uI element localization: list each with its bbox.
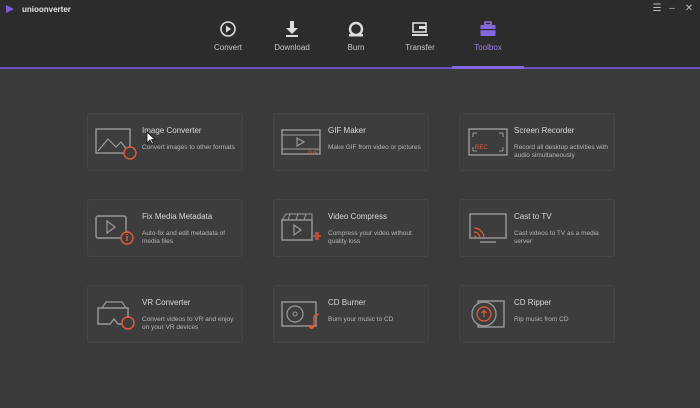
metadata-icon <box>95 215 134 245</box>
tool-vr-converter[interactable]: VR Converter Convert videos to VR and en… <box>87 285 243 343</box>
tool-cast-to-tv[interactable]: Cast to TV Cast videos to TV as a media … <box>459 199 615 257</box>
app-logo-icon <box>6 5 14 13</box>
cd-ripper-icon <box>471 300 505 328</box>
accent-divider <box>0 67 700 69</box>
tool-description: Cast videos to TV as a media server <box>514 230 599 245</box>
tool-title: Cast to TV <box>514 212 552 221</box>
convert-icon <box>220 21 236 37</box>
burn-icon <box>348 21 364 37</box>
app-title: unioonverter <box>22 5 71 14</box>
close-icon[interactable]: ✕ <box>682 3 696 15</box>
tab-convert[interactable]: Convert <box>197 14 259 60</box>
tab-transfer[interactable]: Transfer <box>389 14 451 60</box>
top-bar: unioonverter ☰ – ✕ Convert Download Burn… <box>0 0 700 69</box>
cd-burner-icon <box>281 301 320 329</box>
tool-cd-burner[interactable]: CD Burner Burn your music to CD <box>273 285 429 343</box>
tool-description: Convert videos to VR and enjoy on your V… <box>142 316 234 331</box>
tab-toolbox[interactable]: Toolbox <box>457 14 519 60</box>
tool-video-compress[interactable]: Video Compress Compress your video witho… <box>273 199 429 257</box>
tool-cd-ripper[interactable]: CD Ripper Rip music from CD <box>459 285 615 343</box>
tool-fix-media-metadata[interactable]: Fix Media Metadata Auto-fix and edit met… <box>87 199 243 257</box>
image-converter-icon <box>95 128 137 160</box>
tool-description: Record all desktop activities with audio… <box>514 144 608 159</box>
tab-download-label: Download <box>274 43 310 52</box>
transfer-icon <box>412 22 428 36</box>
tool-description: Auto-fix and edit metadata of media file… <box>142 230 226 245</box>
mouse-cursor-icon <box>146 131 156 145</box>
tab-download[interactable]: Download <box>261 14 323 60</box>
tool-title: GIF Maker <box>328 126 366 135</box>
screen-recorder-icon: REC <box>468 128 508 156</box>
active-tab-indicator <box>452 66 524 69</box>
tool-title: Fix Media Metadata <box>142 212 213 221</box>
tab-transfer-label: Transfer <box>405 43 435 52</box>
video-compress-icon <box>281 213 321 241</box>
cast-tv-icon <box>469 213 507 243</box>
rec-badge: REC <box>475 145 488 151</box>
tool-description: Compress your video without quality loss <box>328 230 412 245</box>
tool-screen-recorder[interactable]: REC Screen Recorder Record all desktop a… <box>459 113 615 171</box>
download-icon <box>286 21 298 37</box>
menu-icon[interactable]: ☰ <box>650 3 664 15</box>
tool-gif-maker[interactable]: GIF GIF Maker Make GIF from video or pic… <box>273 113 429 171</box>
tool-description: Rip music from CD <box>514 316 569 323</box>
tab-toolbox-label: Toolbox <box>474 43 502 52</box>
tool-title: Video Compress <box>328 212 387 221</box>
tool-description: Convert images to other formats <box>142 144 235 151</box>
vr-converter-icon <box>97 301 135 330</box>
tab-burn-label: Burn <box>347 43 365 52</box>
tab-convert-label: Convert <box>213 43 242 52</box>
gif-maker-icon: GIF <box>281 129 321 157</box>
tool-title: CD Burner <box>328 298 366 307</box>
minimize-icon[interactable]: – <box>665 3 679 15</box>
tool-image-converter[interactable]: Image Converter Convert images to other … <box>87 113 243 171</box>
tool-description: Make GIF from video or pictures <box>328 144 421 151</box>
tool-description: Burn your music to CD <box>328 316 394 323</box>
tool-title: CD Ripper <box>514 298 552 307</box>
tab-burn[interactable]: Burn <box>325 14 387 60</box>
toolbox-icon <box>480 21 496 36</box>
tool-title: Screen Recorder <box>514 126 575 135</box>
gif-badge: GIF <box>308 151 318 157</box>
tool-title: VR Converter <box>142 298 191 307</box>
